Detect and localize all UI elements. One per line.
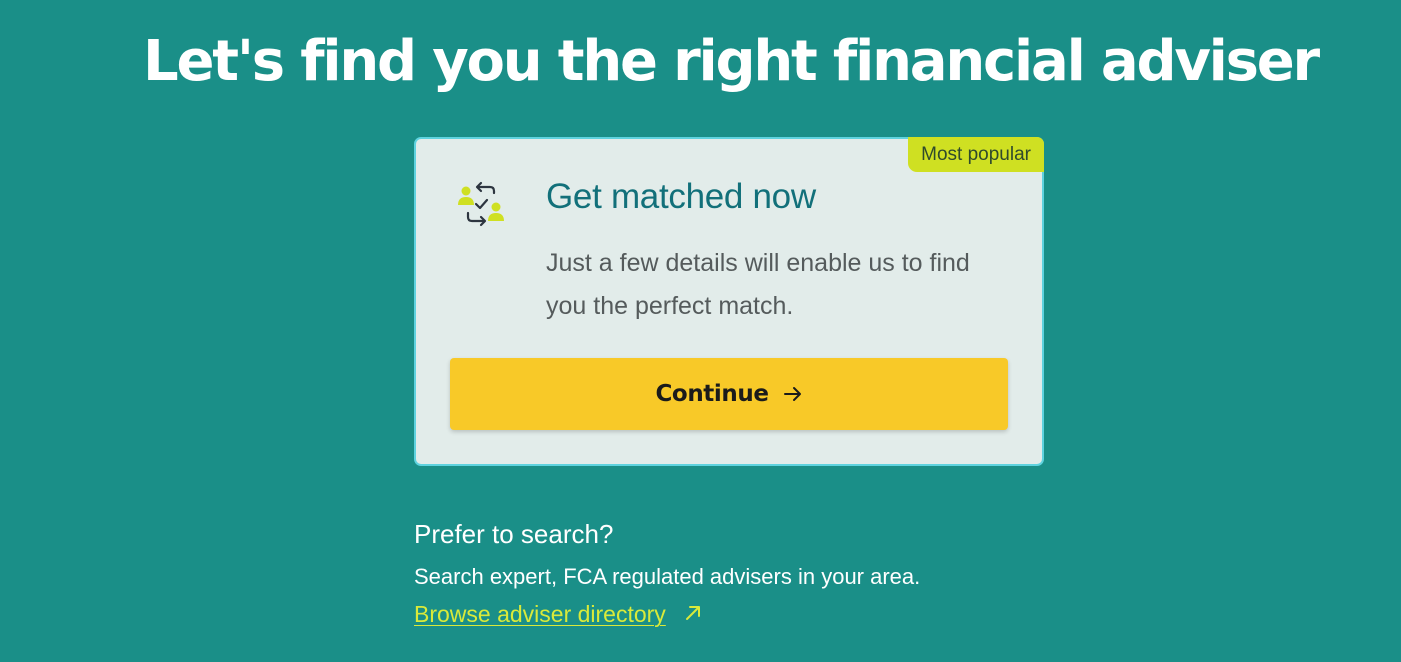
match-people-icon bbox=[456, 179, 508, 233]
search-section: Prefer to search? Search expert, FCA reg… bbox=[414, 515, 1114, 630]
card-description: Just a few details will enable us to fin… bbox=[546, 249, 970, 320]
external-arrow-icon bbox=[684, 598, 702, 630]
continue-button[interactable]: Continue bbox=[450, 358, 1008, 430]
card-title: Get matched now bbox=[546, 177, 816, 216]
page-title: Let's find you the right financial advis… bbox=[143, 29, 1320, 94]
search-description: Search expert, FCA regulated advisers in… bbox=[414, 564, 921, 589]
continue-button-label: Continue bbox=[655, 381, 769, 407]
browse-adviser-directory-link[interactable]: Browse adviser directory bbox=[414, 598, 702, 630]
browse-link-label: Browse adviser directory bbox=[414, 601, 666, 627]
get-matched-card: Most popular Get matched now Just a few … bbox=[414, 137, 1044, 466]
search-heading: Prefer to search? bbox=[414, 519, 614, 549]
arrow-right-icon bbox=[783, 385, 803, 403]
most-popular-badge: Most popular bbox=[908, 137, 1044, 172]
